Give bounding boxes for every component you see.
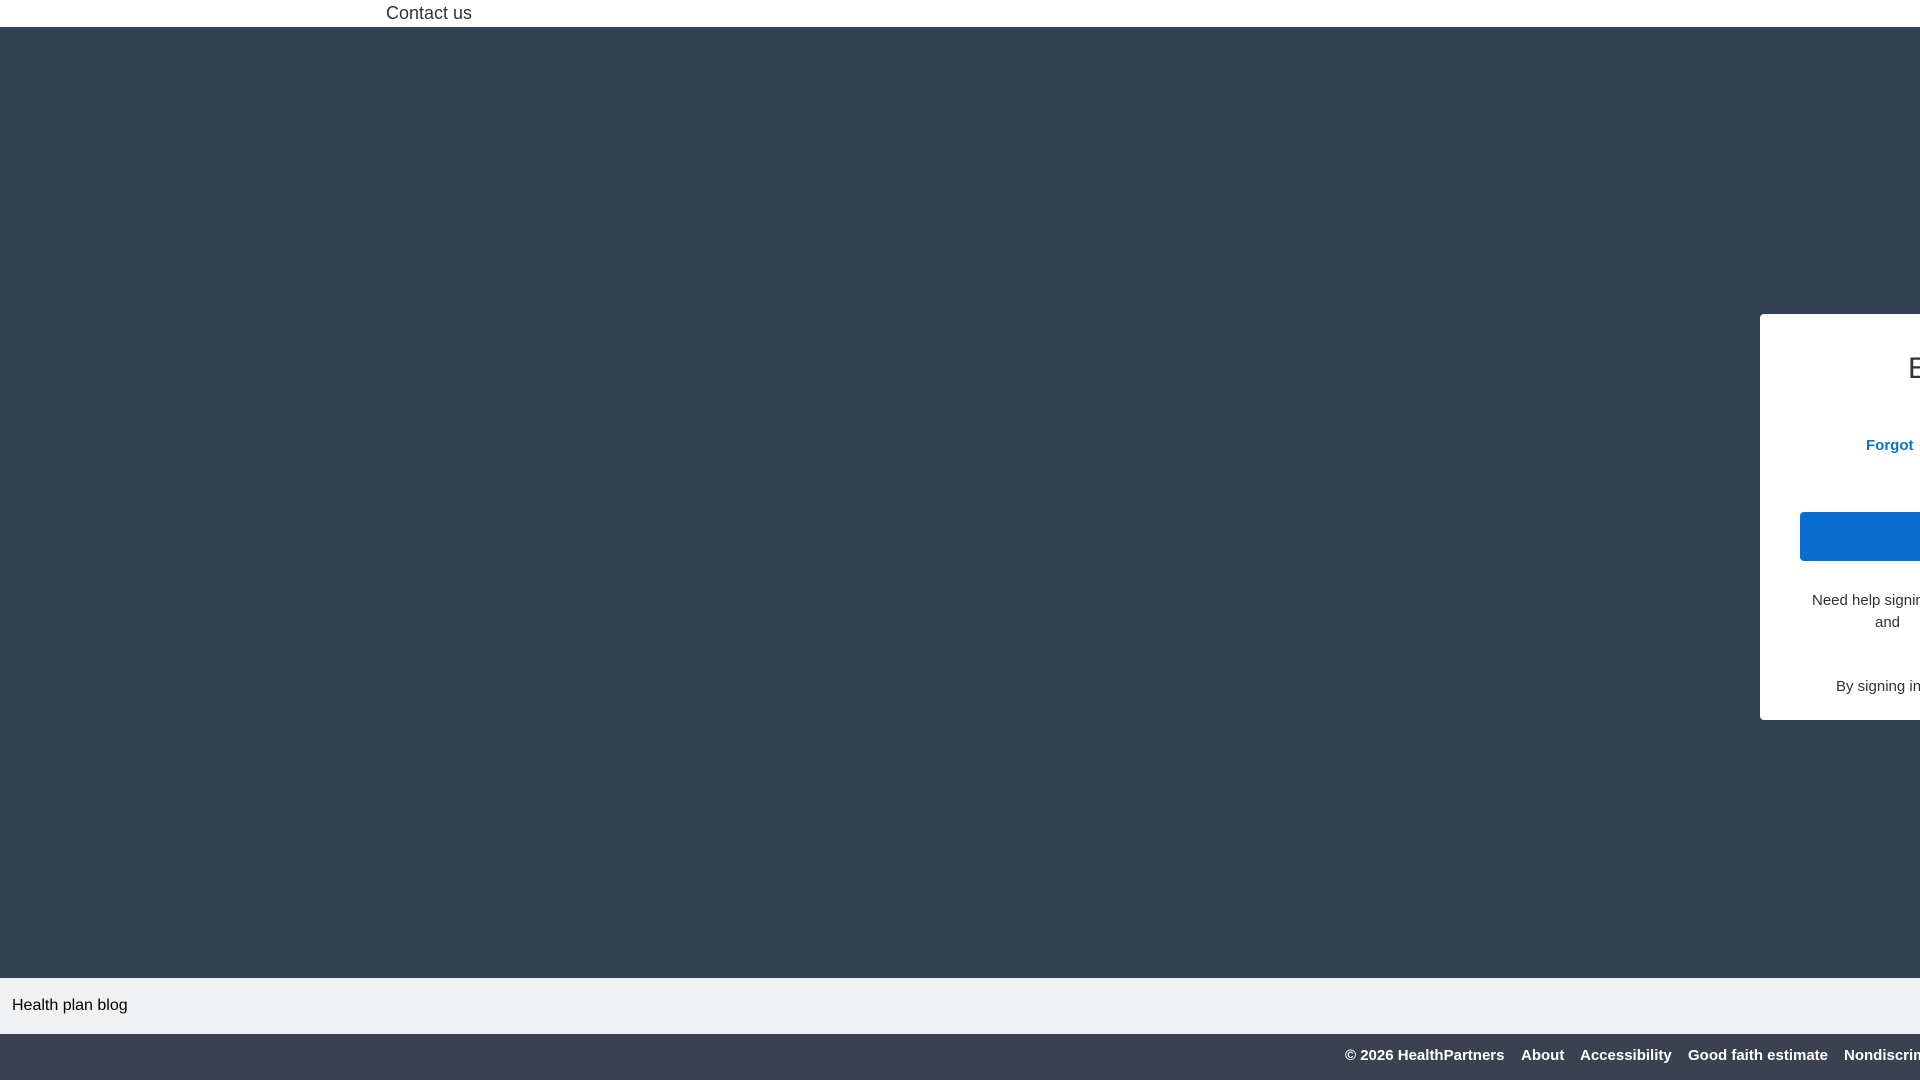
hero-section: E Forgot Need help signin and By signing… [0,27,1920,978]
contact-us-link[interactable]: Contact us [386,2,472,24]
footer-link-about[interactable]: About [1521,1047,1564,1065]
footer-copyright: © 2026 HealthPartners [1345,1047,1505,1064]
signin-button[interactable] [1800,512,1920,561]
footer-link-good-faith-estimate[interactable]: Good faith estimate [1688,1047,1828,1065]
forgot-link[interactable]: Forgot [1866,437,1913,455]
footer-link-accessibility[interactable]: Accessibility [1580,1047,1672,1065]
footer-link-nondiscrimination[interactable]: Nondiscrim [1844,1047,1920,1065]
terms-notice: By signing in [1836,678,1920,695]
signin-heading: E [1908,352,1920,385]
site-footer: © 2026 HealthPartners About Accessibilit… [0,1034,1920,1080]
blog-bar: Health plan blog [0,978,1920,1034]
signin-card: E Forgot Need help signin and By signing… [1760,314,1920,720]
top-utility-bar: Contact us [0,0,1920,27]
help-text-line-2: and [1875,614,1901,631]
health-plan-blog-link[interactable]: Health plan blog [12,996,128,1015]
help-text-line-1: Need help signin [1812,592,1920,609]
